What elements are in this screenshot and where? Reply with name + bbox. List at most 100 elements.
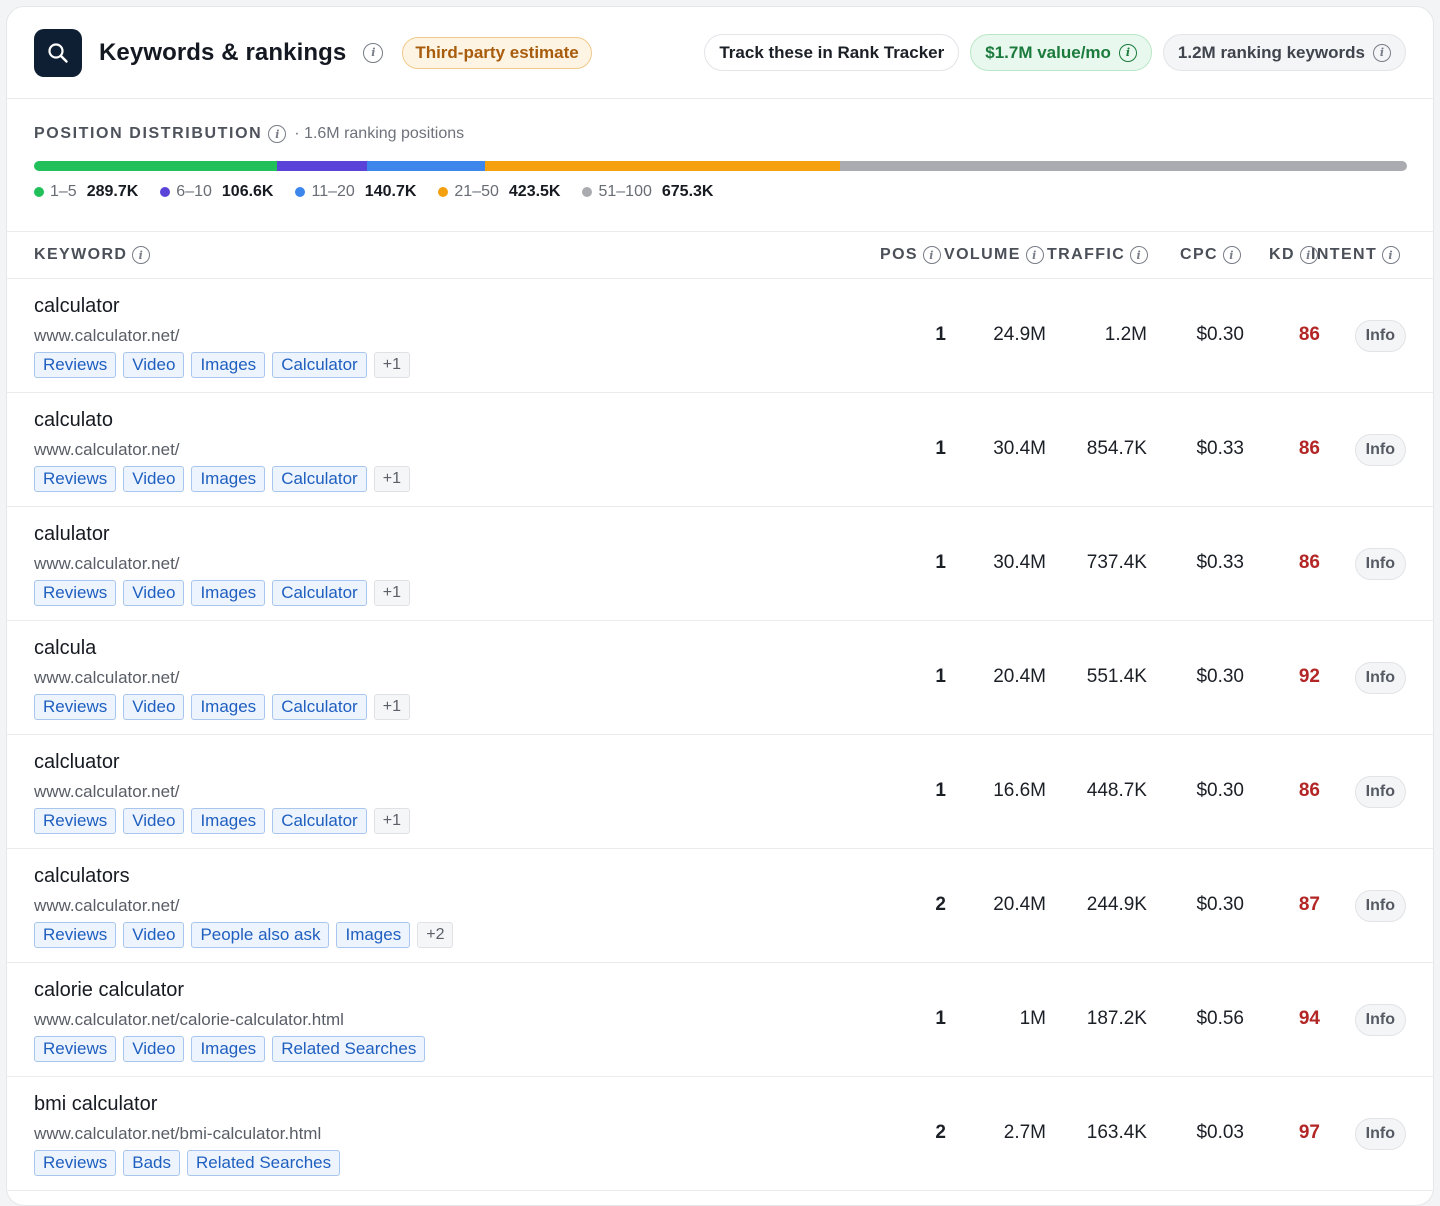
info-icon[interactable]: i xyxy=(363,42,384,63)
info-icon[interactable]: i xyxy=(1118,43,1137,62)
intent-badge[interactable]: Info xyxy=(1354,320,1406,352)
table-header: KEYWORD i POS i VOLUME i TRAFFIC i CPC i… xyxy=(7,232,1433,279)
serp-feature-tag[interactable]: Calculator xyxy=(272,466,367,492)
more-tags-badge[interactable]: +1 xyxy=(373,808,410,834)
info-icon[interactable]: i xyxy=(1130,246,1149,264)
intent-badge[interactable]: Info xyxy=(1354,890,1406,922)
info-icon[interactable]: i xyxy=(1025,246,1044,264)
serp-feature-tag[interactable]: Video xyxy=(123,922,185,948)
serp-feature-tag[interactable]: Images xyxy=(191,694,266,720)
value-pill: $1.7M value/mo i xyxy=(970,34,1152,71)
serp-feature-tag[interactable]: Calculator xyxy=(272,808,367,834)
position-value: 1 xyxy=(935,324,946,345)
table-row[interactable]: bmi calculator www.calculator.net/bmi-cal… xyxy=(7,1077,1433,1191)
keyword-url[interactable]: www.calculator.net/ xyxy=(34,554,180,574)
distribution-label: POSITION DISTRIBUTION xyxy=(34,125,263,142)
col-volume[interactable]: VOLUME i xyxy=(944,246,1044,264)
serp-feature-tag[interactable]: Reviews xyxy=(34,694,117,720)
col-cpc[interactable]: CPC i xyxy=(1180,246,1241,264)
more-tags-badge[interactable]: +1 xyxy=(373,466,410,492)
serp-feature-tag[interactable]: Video xyxy=(123,580,185,606)
serp-feature-tag[interactable]: Video xyxy=(123,1036,185,1062)
info-icon[interactable]: i xyxy=(268,125,287,143)
serp-feature-tag[interactable]: Images xyxy=(191,808,266,834)
col-keyword-label: KEYWORD xyxy=(34,246,128,263)
col-keyword[interactable]: KEYWORD i xyxy=(34,246,151,264)
track-rank-button[interactable]: Track these in Rank Tracker xyxy=(704,34,960,71)
serp-feature-tag[interactable]: Calculator xyxy=(272,694,367,720)
estimate-badge: Third-party estimate xyxy=(402,36,592,69)
more-tags-badge[interactable]: +1 xyxy=(373,352,410,378)
intent-badge[interactable]: Info xyxy=(1354,776,1406,808)
serp-feature-tag[interactable]: Calculator xyxy=(272,580,367,606)
keyword-url[interactable]: www.calculator.net/ xyxy=(34,896,180,916)
serp-feature-tag[interactable]: Video xyxy=(123,352,185,378)
intent-badge[interactable]: Info xyxy=(1354,548,1406,580)
legend-range: 21–50 xyxy=(454,183,499,200)
table-row[interactable]: calculato www.calculator.net/Reviews Video… xyxy=(7,393,1433,507)
info-icon[interactable]: i xyxy=(132,246,151,264)
serp-feature-tag[interactable]: Related Searches xyxy=(187,1150,341,1176)
serp-feature-tag[interactable]: Reviews xyxy=(34,808,117,834)
serp-feature-tag[interactable]: Images xyxy=(191,352,266,378)
col-volume-label: VOLUME xyxy=(944,246,1021,263)
serp-feature-tag[interactable]: Related Searches xyxy=(272,1036,426,1062)
info-icon[interactable]: i xyxy=(1382,246,1401,264)
keyword-url[interactable]: www.calculator.net/ xyxy=(34,440,180,460)
serp-feature-tag[interactable]: Reviews xyxy=(34,922,117,948)
serp-feature-tag[interactable]: Images xyxy=(336,922,411,948)
more-tags-badge[interactable]: +2 xyxy=(417,922,454,948)
keyword-url[interactable]: www.calculator.net/ xyxy=(34,782,180,802)
table-row[interactable]: calcula www.calculator.net/Reviews Video Im… xyxy=(7,621,1433,735)
col-intent[interactable]: INTENT i xyxy=(1311,246,1401,264)
col-traffic[interactable]: TRAFFIC i xyxy=(1047,246,1149,264)
serp-feature-tag[interactable]: Images xyxy=(191,466,266,492)
keyword-url[interactable]: www.calculator.net/calorie-calculator.ht… xyxy=(34,1010,344,1030)
col-pos[interactable]: POS i xyxy=(880,246,941,264)
serp-feature-tag[interactable]: Reviews xyxy=(34,466,117,492)
serp-feature-tag[interactable]: Video xyxy=(123,694,185,720)
serp-feature-tag[interactable]: Bads xyxy=(123,1150,180,1176)
legend-range: 11–20 xyxy=(311,183,355,200)
keyword-text[interactable]: calulator xyxy=(34,523,110,546)
intent-badge[interactable]: Info xyxy=(1354,434,1406,466)
serp-feature-tag[interactable]: Reviews xyxy=(34,352,117,378)
serp-feature-tag[interactable]: Reviews xyxy=(34,1150,117,1176)
volume-value: 30.4M xyxy=(993,438,1046,459)
keyword-text[interactable]: calculato xyxy=(34,409,113,432)
more-tags-badge[interactable]: +1 xyxy=(373,694,410,720)
keyword-url[interactable]: www.calculator.net/ xyxy=(34,326,180,346)
serp-feature-tag[interactable]: Reviews xyxy=(34,1036,117,1062)
intent-badge[interactable]: Info xyxy=(1354,1118,1406,1150)
traffic-value: 737.4K xyxy=(1086,552,1147,573)
cpc-value: $0.03 xyxy=(1196,1122,1244,1143)
serp-feature-tag[interactable]: Images xyxy=(191,580,266,606)
table-row[interactable]: calculator www.calculator.net/Reviews Vide… xyxy=(7,279,1433,393)
keyword-text[interactable]: bmi calculator xyxy=(34,1093,157,1116)
table-row[interactable]: calcluator www.calculator.net/Reviews Vide… xyxy=(7,735,1433,849)
keyword-url[interactable]: www.calculator.net/ xyxy=(34,668,180,688)
keyword-text[interactable]: calculators xyxy=(34,865,130,888)
more-tags-badge[interactable]: +1 xyxy=(373,580,410,606)
keyword-url[interactable]: www.calculator.net/bmi-calculator.html xyxy=(34,1124,321,1144)
serp-feature-tag[interactable]: Video xyxy=(123,808,185,834)
serp-feature-tag[interactable]: Video xyxy=(123,466,185,492)
info-icon[interactable]: i xyxy=(923,246,941,264)
intent-badge[interactable]: Info xyxy=(1354,662,1406,694)
keyword-text[interactable]: calcula xyxy=(34,637,96,660)
intent-badge[interactable]: Info xyxy=(1354,1004,1406,1036)
keyword-text[interactable]: calcluator xyxy=(34,751,120,774)
info-icon[interactable]: i xyxy=(1373,43,1391,62)
keyword-text[interactable]: calculator xyxy=(34,295,120,318)
serp-feature-tag[interactable]: Calculator xyxy=(272,352,367,378)
serp-feature-tag[interactable]: Reviews xyxy=(34,580,117,606)
keyword-table-body: calculator www.calculator.net/Reviews Vide… xyxy=(7,279,1433,1191)
info-icon[interactable]: i xyxy=(1222,246,1241,264)
table-row[interactable]: calulator www.calculator.net/Reviews Video… xyxy=(7,507,1433,621)
keyword-text[interactable]: calorie calculator xyxy=(34,979,184,1002)
table-row[interactable]: calorie calculator www.calculator.net/cal… xyxy=(7,963,1433,1077)
distribution-segment xyxy=(277,161,367,171)
table-row[interactable]: calculators www.calculator.net/Reviews Vid… xyxy=(7,849,1433,963)
serp-feature-tag[interactable]: Images xyxy=(191,1036,266,1062)
serp-feature-tag[interactable]: People also ask xyxy=(191,922,330,948)
